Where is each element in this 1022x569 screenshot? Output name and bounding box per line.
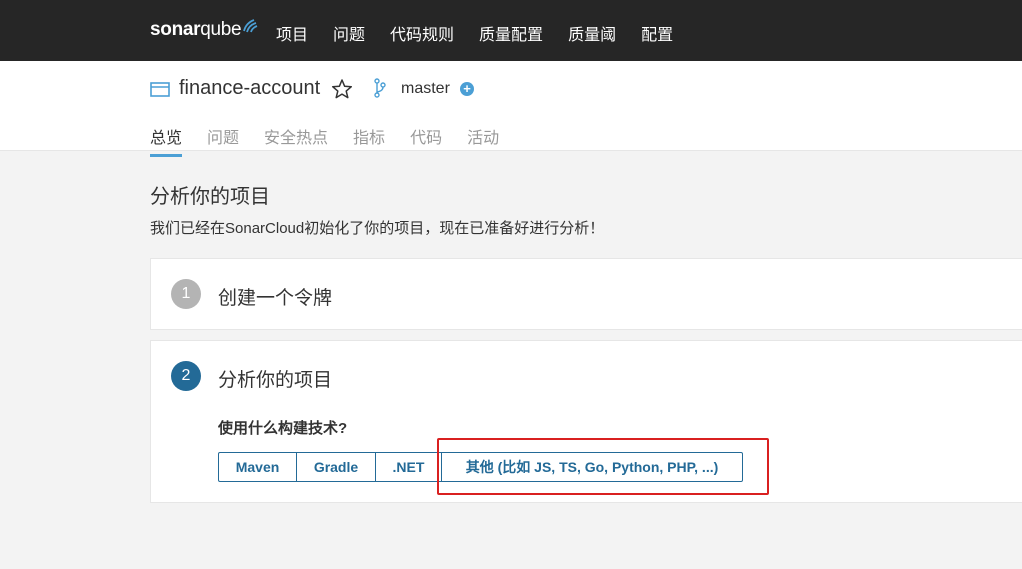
step-number-badge: 1 — [171, 279, 201, 309]
tab-overview[interactable]: 总览 — [150, 124, 183, 157]
logo-text-sonar: sonar — [150, 19, 201, 40]
build-technology-question: 使用什么构建技术? — [218, 420, 348, 437]
other-build-button[interactable]: 其他 (比如 JS, TS, Go, Python, PHP, ...) — [441, 452, 743, 482]
step-analyze-project: 2 分析你的项目 使用什么构建技术? Maven Gradle .NET 其他 … — [150, 340, 1022, 503]
nav-projects[interactable]: 项目 — [276, 21, 308, 45]
sonarqube-logo[interactable]: sonarqube — [150, 16, 258, 44]
step-title: 创建一个令牌 — [218, 288, 333, 309]
project-icon — [150, 82, 170, 97]
project-name[interactable]: finance-account — [179, 77, 320, 100]
maven-button[interactable]: Maven — [218, 452, 297, 482]
project-header: finance-account master + 总览 问题 安全热点 指标 代… — [0, 61, 1022, 157]
gradle-button[interactable]: Gradle — [296, 452, 376, 482]
build-technology-options: Maven Gradle .NET 其他 (比如 JS, TS, Go, Pyt… — [218, 452, 743, 482]
dotnet-button[interactable]: .NET — [375, 452, 442, 482]
tab-security-hotspots[interactable]: 安全热点 — [264, 124, 328, 157]
nav-issues[interactable]: 问题 — [333, 21, 365, 45]
nav-administration[interactable]: 配置 — [641, 21, 673, 45]
tab-measures[interactable]: 指标 — [353, 124, 385, 157]
nav-rules[interactable]: 代码规则 — [390, 21, 454, 45]
sonar-waves-icon — [243, 19, 258, 33]
add-branch-icon[interactable]: + — [460, 82, 474, 96]
page-title: 分析你的项目 — [150, 186, 270, 208]
step-title: 分析你的项目 — [218, 370, 333, 391]
tab-issues[interactable]: 问题 — [207, 124, 239, 157]
step-create-token[interactable]: 1 创建一个令牌 — [150, 258, 1022, 330]
page-description: 我们已经在SonarCloud初始化了你的项目，现在已准备好进行分析！ — [150, 220, 605, 237]
branch-icon — [374, 78, 386, 98]
top-navigation-bar: sonarqube 项目 问题 代码规则 质量配置 质量阈 配置 — [0, 0, 1022, 61]
main-nav: 项目 问题 代码规则 质量配置 质量阈 配置 — [276, 21, 698, 45]
branch-name[interactable]: master — [401, 80, 450, 98]
step-number-badge: 2 — [171, 361, 201, 391]
favorite-star-icon[interactable] — [331, 78, 353, 100]
tab-code[interactable]: 代码 — [410, 124, 442, 157]
project-tabs: 总览 问题 安全热点 指标 代码 活动 — [150, 124, 524, 157]
nav-quality-profiles[interactable]: 质量配置 — [479, 21, 543, 45]
logo-text-qube: qube — [200, 19, 242, 40]
tab-activity[interactable]: 活动 — [467, 124, 499, 157]
nav-quality-gates[interactable]: 质量阈 — [568, 21, 616, 45]
